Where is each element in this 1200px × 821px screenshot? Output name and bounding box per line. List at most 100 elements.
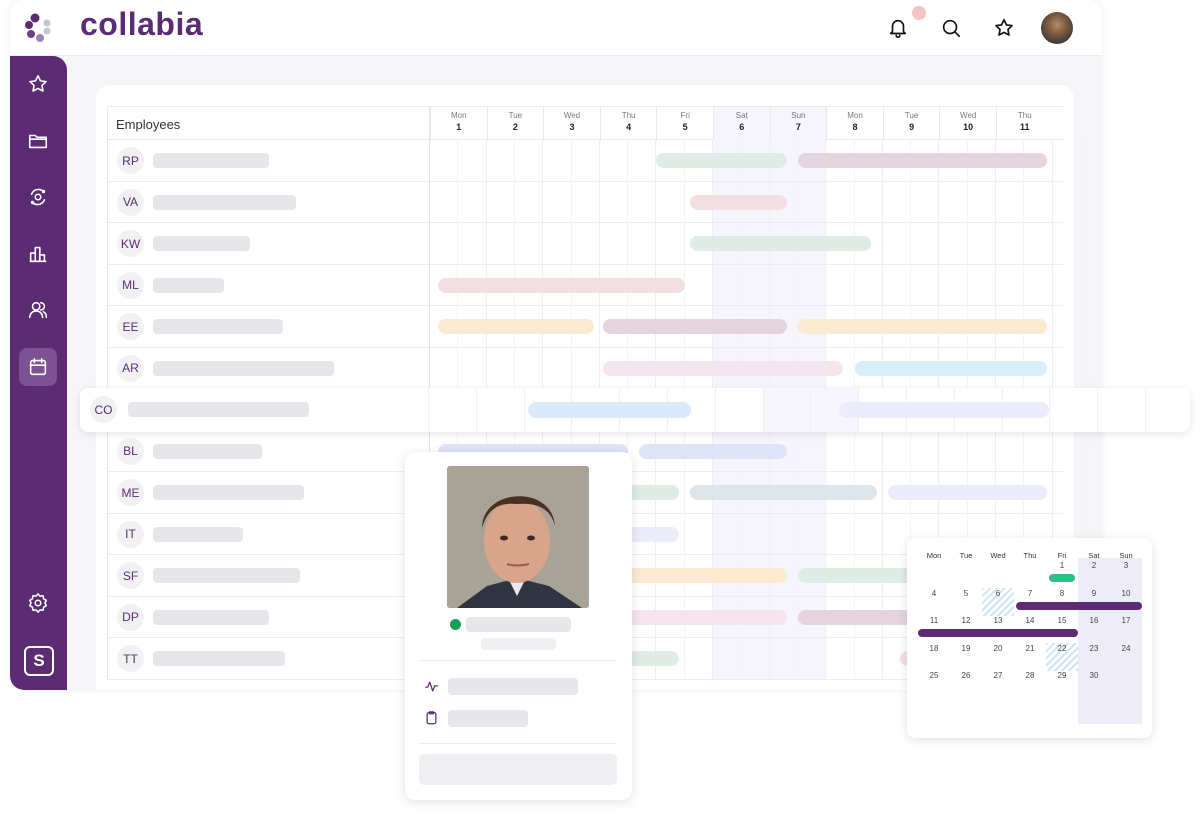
day-column-header[interactable]: Tue 9 xyxy=(882,107,940,141)
calendar-day[interactable]: 16 xyxy=(1078,616,1110,625)
schedule-bar[interactable] xyxy=(854,360,1047,376)
calendar-weekday-label: Tue xyxy=(959,551,973,560)
sidebar-item-calendar[interactable] xyxy=(19,348,57,386)
calendar-day[interactable]: 21 xyxy=(1014,644,1046,653)
schedule-bar[interactable] xyxy=(797,319,1047,334)
star-icon xyxy=(29,74,47,92)
mini-calendar: Mon Tue Wed Thu Fri Sat Sun 1 2 3 4 5 6 7 8 9 10 11 12 13 14… xyxy=(907,538,1152,738)
day-column-header[interactable]: Fri 5 xyxy=(656,107,713,141)
schedule-bar[interactable] xyxy=(888,485,1047,500)
day-number: 11 xyxy=(1020,122,1030,132)
activity-icon xyxy=(425,681,438,692)
sidebar-item-reports[interactable] xyxy=(19,235,57,273)
calendar-day[interactable]: 9 xyxy=(1078,589,1110,598)
calendar-day[interactable]: 8 xyxy=(1046,589,1078,598)
calendar-day[interactable]: 13 xyxy=(982,616,1014,625)
calendar-event-bar[interactable] xyxy=(1016,601,1142,610)
sync-icon xyxy=(30,188,46,206)
calendar-day[interactable]: 27 xyxy=(982,671,1014,680)
schedule-bar[interactable] xyxy=(690,485,878,500)
calendar-day[interactable]: 3 xyxy=(1110,561,1142,570)
schedule-bar[interactable] xyxy=(438,277,685,293)
employee-name-placeholder xyxy=(153,568,300,583)
schedule-bar[interactable] xyxy=(690,194,787,210)
day-column-header[interactable]: Wed 3 xyxy=(543,107,600,141)
calendar-weekday-label: Sat xyxy=(1088,551,1100,560)
day-name: Mon xyxy=(451,111,467,120)
calendar-day[interactable]: 6 xyxy=(982,589,1014,598)
sidebar-item-settings[interactable] xyxy=(19,584,57,622)
employee-row[interactable]: AR xyxy=(107,347,1063,389)
day-column-header[interactable]: Sat 6 xyxy=(713,107,770,141)
calendar-day[interactable]: 2 xyxy=(1078,561,1110,570)
schedule-bar[interactable] xyxy=(639,443,787,459)
day-column-header[interactable]: Mon 1 xyxy=(430,107,487,141)
employee-name-placeholder xyxy=(153,194,296,210)
day-column-header[interactable]: Wed 10 xyxy=(939,107,996,141)
calendar-event-bar[interactable] xyxy=(1049,574,1075,582)
schedule-bar[interactable] xyxy=(602,360,844,376)
calendar-day[interactable]: 18 xyxy=(918,644,950,653)
schedule-header: Employees Mon 1 Tue 2 Wed 3 Thu 4 Fri 5 Sat 6 Sun 7 Mo… xyxy=(107,106,1063,141)
calendar-weekday-label: Fri xyxy=(1057,551,1067,560)
calendar-day[interactable]: 22 xyxy=(1046,644,1078,653)
employee-name-placeholder xyxy=(153,526,244,542)
calendar-day[interactable]: 20 xyxy=(982,644,1014,653)
calendar-day[interactable]: 10 xyxy=(1110,589,1142,598)
sidebar-item-favorites[interactable] xyxy=(19,65,57,103)
calendar-day[interactable]: 29 xyxy=(1046,671,1078,680)
day-name: Thu xyxy=(1017,111,1032,120)
employee-row[interactable]: EE xyxy=(107,306,1063,348)
schedule-bar[interactable] xyxy=(690,236,872,251)
highlighted-employee-row[interactable]: CO xyxy=(80,388,1190,432)
schedule-bar[interactable] xyxy=(438,319,595,334)
calendar-day[interactable]: 15 xyxy=(1046,616,1078,625)
employee-row[interactable]: VA xyxy=(107,181,1063,223)
search-icon[interactable] xyxy=(940,17,962,39)
employee-row[interactable]: RP xyxy=(107,140,1063,182)
schedule-bar[interactable] xyxy=(602,319,787,334)
day-column-header[interactable]: Sun 7 xyxy=(769,107,827,141)
calendar-day[interactable]: 24 xyxy=(1110,644,1142,653)
calendar-day[interactable]: 12 xyxy=(950,616,982,625)
employee-initials: TT xyxy=(117,645,144,672)
day-column-header[interactable]: Tue 2 xyxy=(486,107,544,141)
profile-action-button[interactable] xyxy=(419,754,617,785)
workspace-badge[interactable]: S xyxy=(24,646,54,676)
day-column-header[interactable]: Mon 8 xyxy=(826,107,883,141)
collabia-logo-icon xyxy=(25,13,51,42)
sidebar-item-people[interactable] xyxy=(19,291,57,329)
calendar-day[interactable]: 7 xyxy=(1014,589,1046,598)
calendar-day[interactable]: 14 xyxy=(1014,616,1046,625)
calendar-day[interactable]: 30 xyxy=(1078,671,1110,680)
employee-name-placeholder xyxy=(153,277,225,293)
employee-row[interactable]: ML xyxy=(107,264,1063,306)
schedule-bar[interactable] xyxy=(656,153,787,168)
schedule-bar[interactable] xyxy=(839,402,1050,418)
user-avatar[interactable] xyxy=(1041,12,1073,44)
schedule-bar[interactable] xyxy=(797,609,917,625)
calendar-day[interactable]: 11 xyxy=(918,616,950,625)
calendar-day[interactable]: 5 xyxy=(950,589,982,598)
schedule-bar[interactable] xyxy=(797,568,917,583)
calendar-day[interactable]: 26 xyxy=(950,671,982,680)
day-name: Wed xyxy=(563,111,581,120)
calendar-day[interactable]: 4 xyxy=(918,589,950,598)
day-column-header[interactable]: Thu 4 xyxy=(599,107,657,141)
calendar-day[interactable]: 23 xyxy=(1078,644,1110,653)
schedule-bar[interactable] xyxy=(528,402,691,418)
calendar-day[interactable]: 1 xyxy=(1046,561,1078,570)
schedule-bar[interactable] xyxy=(797,153,1047,168)
employee-row[interactable]: KW xyxy=(107,223,1063,265)
calendar-day[interactable]: 28 xyxy=(1014,671,1046,680)
sidebar-item-sync[interactable] xyxy=(19,178,57,216)
calendar-day[interactable]: 25 xyxy=(918,671,950,680)
calendar-day[interactable]: 17 xyxy=(1110,616,1142,625)
star-icon[interactable] xyxy=(993,17,1015,39)
calendar-day[interactable]: 19 xyxy=(950,644,982,653)
day-column-header[interactable]: Thu 11 xyxy=(996,107,1053,141)
calendar-event-bar[interactable] xyxy=(918,629,1078,637)
sidebar-item-projects[interactable] xyxy=(19,122,57,160)
employee-initials: RP xyxy=(117,147,144,174)
bell-icon[interactable] xyxy=(887,17,909,39)
